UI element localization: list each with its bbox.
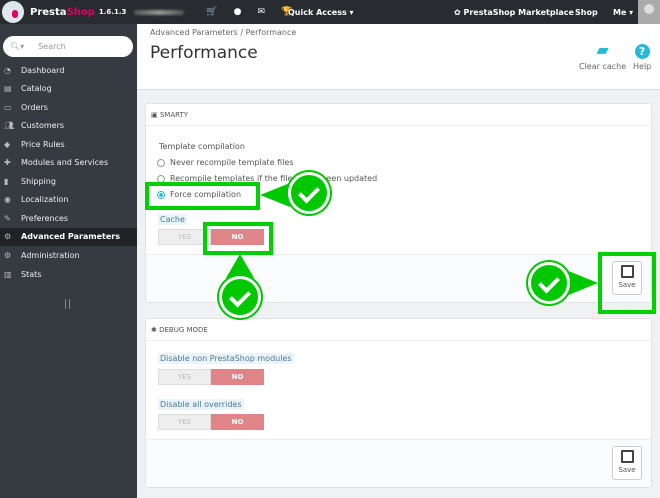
page-header: Advanced Parameters / Performance Perfor… bbox=[137, 24, 660, 90]
sidebar-item-label: Preferences bbox=[21, 213, 69, 223]
toggle-yes[interactable]: YES bbox=[158, 369, 211, 385]
quick-access-menu[interactable]: Quick Access ▾ bbox=[288, 8, 354, 17]
truck-icon: ▮ bbox=[4, 176, 9, 186]
prestashop-logo[interactable] bbox=[2, 1, 24, 23]
globe-icon: ◉ bbox=[4, 195, 11, 205]
panel-title: SMARTY bbox=[159, 110, 189, 119]
brand-name: PrestaShop bbox=[30, 6, 95, 18]
eraser-icon: ▰ bbox=[596, 40, 609, 59]
puzzle-icon: ✿ bbox=[454, 7, 464, 17]
bar-chart-icon: ▥ bbox=[4, 269, 12, 279]
sidebar-collapse-handle[interactable] bbox=[65, 299, 70, 309]
toggle-no[interactable]: NO bbox=[211, 369, 264, 385]
shop-link[interactable]: Shop bbox=[575, 8, 598, 17]
sidebar-item-label: Customers bbox=[21, 121, 65, 131]
highlight-force-compilation bbox=[145, 182, 260, 210]
envelope-icon[interactable]: ✉ bbox=[257, 7, 265, 17]
sidebar-item-orders[interactable]: ▭ Orders bbox=[0, 98, 137, 116]
sidebar: 🔍︎▾ Search ◔ Dashboard ▤ Catalog ▭ Orders 👥︎ Cus… bbox=[0, 24, 137, 498]
disable-overrides-label: Disable all overrides bbox=[158, 399, 244, 410]
breadcrumb[interactable]: Advanced Parameters / Performance bbox=[150, 28, 296, 37]
puzzle-icon: ✚ bbox=[4, 158, 11, 168]
blurred-shop-name bbox=[134, 9, 185, 15]
sidebar-item-label: Administration bbox=[21, 251, 80, 260]
arrow-left-icon bbox=[260, 183, 290, 207]
user-icon[interactable]: ● bbox=[234, 7, 242, 17]
sidebar-item-customers[interactable]: 👥︎ Customers bbox=[0, 117, 137, 135]
search-input[interactable]: 🔍︎▾ Search bbox=[3, 36, 133, 57]
sidebar-item-label: Shipping bbox=[21, 176, 56, 186]
cache-label: Cache bbox=[158, 214, 187, 225]
help-icon: ? bbox=[633, 40, 651, 62]
marketplace-link[interactable]: ✿ PrestaShop Marketplace bbox=[454, 8, 574, 17]
sidebar-item-label: Dashboard bbox=[21, 65, 65, 75]
gear-icon: ⚙ bbox=[4, 251, 12, 260]
me-menu[interactable]: Me ▾ bbox=[613, 8, 633, 17]
book-icon: ▤ bbox=[4, 84, 12, 94]
avatar[interactable] bbox=[638, 0, 660, 24]
sidebar-item-dashboard[interactable]: ◔ Dashboard bbox=[0, 61, 137, 79]
wrench-icon: ✎ bbox=[4, 213, 11, 223]
sidebar-item-catalog[interactable]: ▤ Catalog bbox=[0, 80, 137, 98]
sidebar-item-label: Catalog bbox=[21, 84, 52, 94]
page-title: Performance bbox=[150, 43, 258, 63]
disable-modules-label: Disable non PrestaShop modules bbox=[158, 353, 294, 364]
version: 1.6.1.3 bbox=[98, 8, 127, 16]
bug-icon: ✱ bbox=[151, 325, 160, 334]
cogs-icon: ⚙ bbox=[4, 232, 12, 242]
sidebar-item-label: Modules and Services bbox=[21, 158, 109, 168]
highlight-cache-no bbox=[203, 222, 273, 255]
panel-title: DEBUG MODE bbox=[159, 325, 208, 334]
checkmark-icon bbox=[288, 172, 330, 214]
sidebar-item-price-rules[interactable]: ◆ Price Rules bbox=[0, 135, 137, 153]
sidebar-item-stats[interactable]: ▥ Stats bbox=[0, 265, 137, 283]
sidebar-item-label: Advanced Parameters bbox=[21, 232, 121, 242]
users-icon: 👥︎ bbox=[4, 121, 15, 131]
disable-modules-toggle[interactable]: YES NO bbox=[158, 369, 264, 385]
sidebar-item-localization[interactable]: ◉ Localization bbox=[0, 191, 137, 209]
sidebar-item-advanced-parameters[interactable]: ⚙ Advanced Parameters bbox=[0, 227, 137, 246]
checkmark-icon bbox=[219, 276, 261, 318]
sidebar-item-label: Localization bbox=[21, 195, 69, 205]
sidebar-item-modules-and-services[interactable]: ✚ Modules and Services bbox=[0, 154, 137, 172]
save-icon bbox=[620, 450, 634, 463]
sidebar-item-label: Price Rules bbox=[21, 139, 65, 149]
briefcase-icon: ▣ bbox=[151, 110, 160, 119]
save-button[interactable]: Save bbox=[612, 446, 642, 480]
search-icon[interactable]: 🔍︎▾ bbox=[10, 42, 24, 51]
highlight-save bbox=[598, 252, 656, 314]
arrow-right-icon bbox=[566, 270, 598, 296]
dashboard-icon: ◔ bbox=[4, 65, 11, 75]
radio-never-recompile[interactable]: Never recompile template files bbox=[157, 158, 294, 167]
toggle-yes[interactable]: YES bbox=[158, 414, 211, 430]
tag-icon: ◆ bbox=[4, 139, 11, 149]
credit-card-icon: ▭ bbox=[4, 102, 12, 112]
debug-mode-panel: ✱ DEBUG MODE Disable non PrestaShop modu… bbox=[145, 318, 652, 488]
panel-footer: Save bbox=[146, 439, 651, 487]
template-compilation-label: Template compilation bbox=[159, 142, 245, 151]
sidebar-item-preferences[interactable]: ✎ Preferences bbox=[0, 209, 137, 227]
sidebar-item-shipping[interactable]: ▮ Shipping bbox=[0, 172, 137, 190]
arrow-up-icon bbox=[226, 254, 254, 278]
help-button[interactable]: ? Help bbox=[633, 40, 651, 71]
sidebar-item-label: Orders bbox=[21, 102, 48, 112]
sidebar-item-administration[interactable]: ⚙ Administration bbox=[0, 247, 137, 265]
checkmark-icon bbox=[528, 262, 570, 304]
cart-icon[interactable]: 🛒 bbox=[206, 7, 217, 17]
disable-overrides-toggle[interactable]: YES NO bbox=[158, 414, 264, 430]
toggle-no[interactable]: NO bbox=[211, 414, 264, 430]
sidebar-item-label: Stats bbox=[21, 269, 42, 279]
clear-cache-button[interactable]: ▰ Clear cache bbox=[579, 40, 626, 71]
top-bar: PrestaShop 1.6.1.3 🛒 ● ✉ 🏆 Quick Access … bbox=[0, 0, 660, 24]
